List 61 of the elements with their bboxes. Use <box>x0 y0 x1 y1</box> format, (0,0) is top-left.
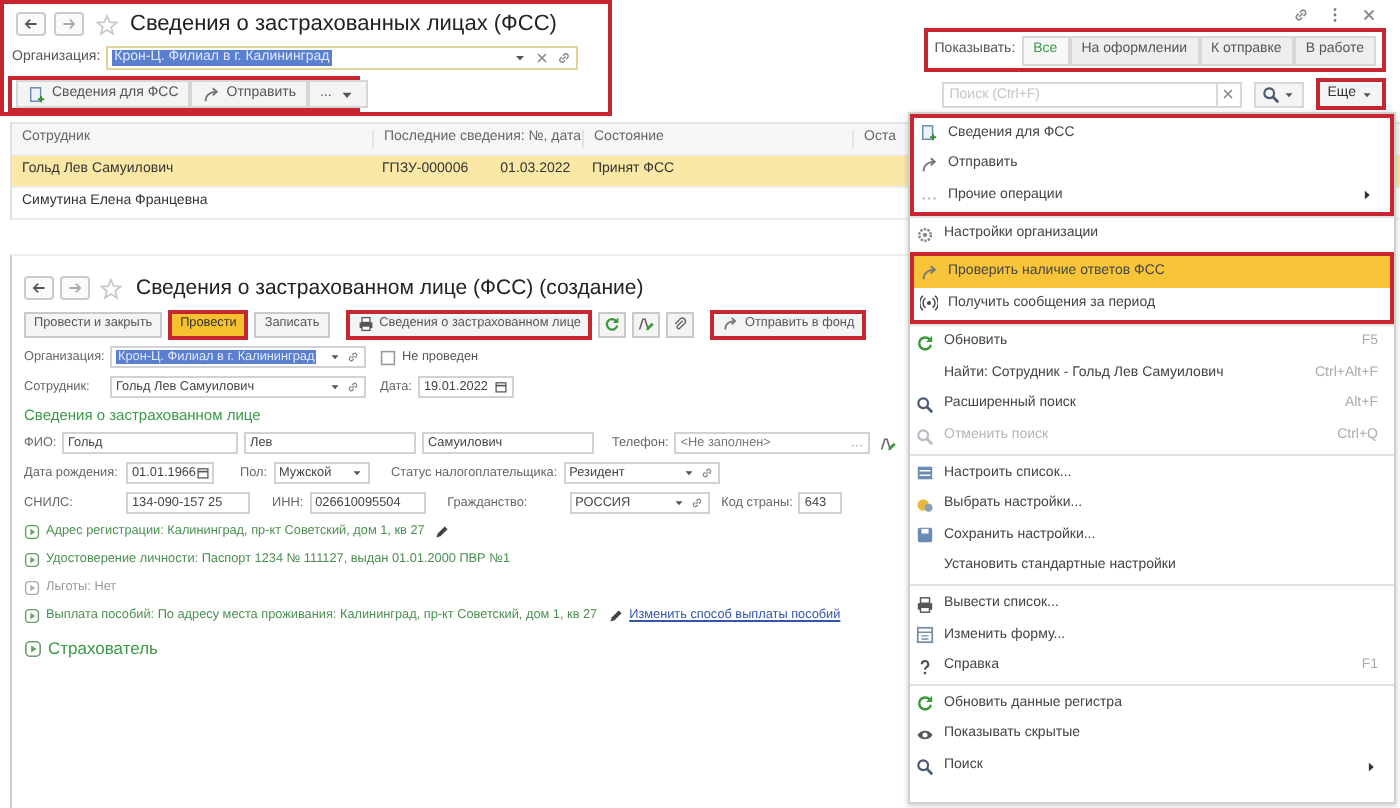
curved-arrow-icon <box>202 85 221 103</box>
section-title[interactable]: Страхователь <box>48 638 158 660</box>
help-icon <box>916 657 934 676</box>
link-icon[interactable] <box>346 380 360 394</box>
star-icon[interactable] <box>96 13 118 36</box>
icon-button[interactable] <box>666 311 695 337</box>
refresh-icon <box>916 333 934 352</box>
calendar-icon[interactable] <box>493 380 508 394</box>
link-icon[interactable] <box>699 466 714 480</box>
icon-button[interactable] <box>632 311 661 337</box>
pencil-icon[interactable] <box>880 435 897 451</box>
window-title: Сведения о застрахованных лицах (ФСС) <box>130 11 557 38</box>
gear-icon <box>916 226 934 245</box>
eye-icon <box>916 725 934 744</box>
link-icon[interactable] <box>1292 5 1310 23</box>
form-icon <box>916 626 934 645</box>
caret-icon[interactable] <box>681 466 696 480</box>
window-title: Сведения о застрахованном лице (ФСС) (создание) <box>136 275 644 301</box>
printer-icon <box>357 316 374 332</box>
star-icon[interactable] <box>100 277 122 299</box>
link-icon[interactable] <box>346 350 360 364</box>
refresh-icon <box>604 316 621 332</box>
broadcast-icon <box>920 294 938 313</box>
expand-icon[interactable] <box>24 552 40 568</box>
document-add-icon <box>920 124 938 143</box>
link-icon[interactable] <box>556 49 573 66</box>
caret-icon <box>1360 87 1374 101</box>
clear-button[interactable] <box>1217 81 1242 107</box>
expand-icon[interactable] <box>24 524 40 540</box>
printer-icon <box>916 595 934 614</box>
close-icon[interactable] <box>534 49 551 66</box>
paperclip-icon <box>672 316 689 332</box>
refresh-icon <box>916 694 934 713</box>
link-icon[interactable] <box>689 496 704 510</box>
caret-icon[interactable] <box>328 350 342 364</box>
caret-icon[interactable] <box>671 496 686 510</box>
close-icon[interactable] <box>1360 5 1378 23</box>
caret-icon[interactable] <box>349 466 364 480</box>
search-icon <box>916 396 934 415</box>
expand-icon[interactable] <box>24 640 42 658</box>
caret-icon <box>1281 87 1296 101</box>
pencil-icon <box>638 316 655 332</box>
pencil-icon[interactable] <box>434 524 451 540</box>
expand-icon[interactable] <box>24 608 40 624</box>
search-icon <box>916 427 934 446</box>
save-icon <box>916 526 934 545</box>
list-settings-icon <box>916 464 934 483</box>
pencil-icon[interactable] <box>607 608 624 624</box>
curved-arrow-icon <box>920 155 938 174</box>
calendar-icon[interactable] <box>196 466 210 480</box>
close-icon <box>1219 86 1236 102</box>
search-icon <box>1261 85 1280 103</box>
caret-icon[interactable] <box>328 380 342 394</box>
expand-icon[interactable] <box>24 580 40 596</box>
search-icon <box>916 757 934 776</box>
checkbox[interactable] <box>380 349 396 365</box>
icon-button[interactable] <box>598 311 627 337</box>
curved-arrow-icon <box>920 263 938 282</box>
search-button[interactable] <box>1253 81 1304 107</box>
document-add-icon <box>28 85 46 103</box>
curved-arrow-icon <box>722 316 739 332</box>
